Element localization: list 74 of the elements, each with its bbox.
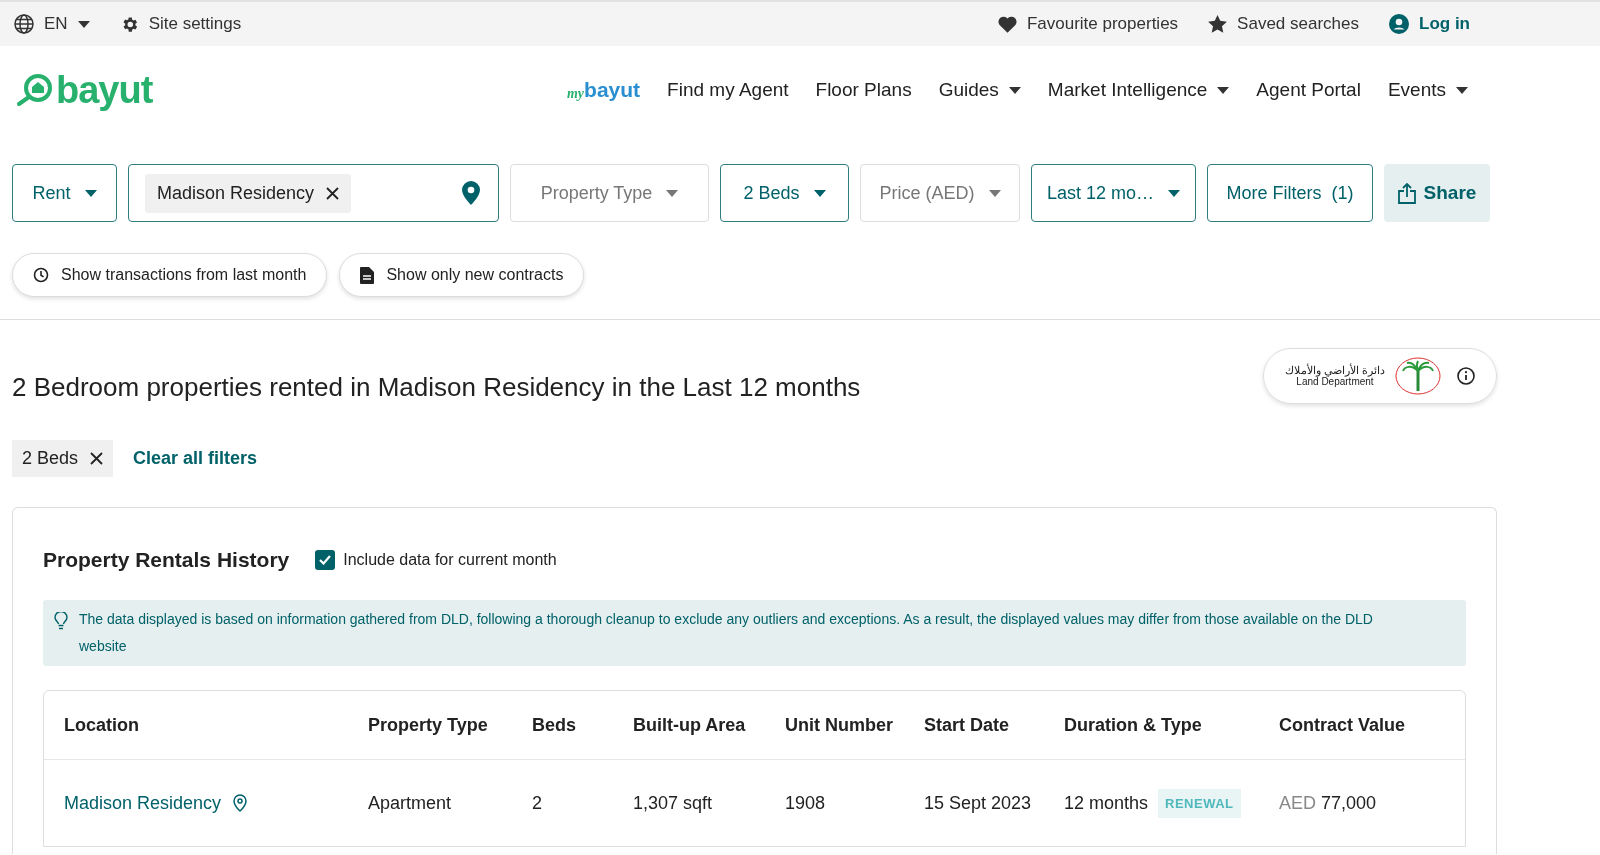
share-icon	[1397, 182, 1416, 204]
column-header: Beds	[532, 713, 577, 737]
table-cell-text: Apartment	[368, 791, 453, 815]
heart-icon	[997, 15, 1017, 33]
logo-text: Land Department	[1296, 376, 1374, 388]
column-header: Start Date	[924, 713, 1011, 737]
info-icon[interactable]	[1457, 367, 1476, 385]
nav-link[interactable]: Agent Portal	[1256, 79, 1361, 101]
filter-dropdown[interactable]: Price (AED)	[860, 164, 1020, 222]
clock-icon	[33, 267, 49, 283]
caret-icon	[77, 20, 90, 28]
checkbox[interactable]	[315, 550, 336, 570]
caret-icon	[1456, 86, 1468, 94]
card-title: Property Rentals History	[43, 548, 290, 572]
table-cell-text: 15 Sept 2023	[924, 791, 1033, 815]
table-cell-text: 1,307 sqft	[633, 791, 714, 815]
filter-dropdown[interactable]: Rent	[12, 164, 117, 222]
column-header: Contract Value	[1279, 713, 1407, 737]
nav-link[interactable]: Floor Plans	[815, 79, 912, 101]
mybayut-logo[interactable]: mybayut	[566, 78, 641, 102]
location-chip[interactable]: Madison Residency	[145, 173, 352, 213]
globe-icon	[14, 14, 34, 34]
filter-dropdown[interactable]: Property Type	[510, 164, 709, 222]
star-icon	[1208, 15, 1228, 33]
caret-icon	[666, 189, 679, 197]
top-link[interactable]: Log in	[1389, 14, 1470, 34]
table-cell-text: 1908	[785, 791, 827, 815]
top-link[interactable]: Saved searches	[1208, 14, 1359, 34]
language-selector[interactable]: EN	[14, 14, 90, 34]
close-icon[interactable]	[326, 186, 340, 200]
quick-filter-chip[interactable]: Show only new contracts	[339, 253, 585, 297]
column-header: Location	[64, 713, 140, 737]
nav-link[interactable]: Find my Agent	[667, 79, 789, 101]
nav-link[interactable]: Market Intelligence	[1047, 79, 1230, 101]
map-pin-icon	[462, 181, 480, 205]
check-icon	[319, 555, 332, 565]
caret-icon	[813, 189, 826, 197]
applied-filter-tag[interactable]: 2 Beds	[12, 440, 114, 477]
quick-filter-chip[interactable]: Show transactions from last month	[12, 253, 328, 297]
document-icon	[360, 266, 375, 284]
filter-dropdown[interactable]: 2 Beds	[720, 164, 849, 222]
location-link[interactable]: Madison Residency	[64, 792, 248, 814]
caret-icon	[84, 189, 97, 197]
arabic-logo-text: دائرة الأراضي والأملاك	[1284, 364, 1386, 376]
notice-text: The data displayed is based on information gathered from DLD, following a thorough cleanup to exclude any outliers and exceptions. As a result, the displayed values may differ from those available on the DLD website	[79, 610, 1374, 656]
lightbulb-icon	[54, 612, 68, 630]
contract-type-badge: RENEWAL	[1158, 788, 1241, 818]
column-header: Built-up Area	[633, 713, 747, 737]
top-link[interactable]: Favourite properties	[997, 14, 1179, 34]
nav-link[interactable]: Guides	[938, 79, 1021, 101]
table-cell-text: 2	[532, 791, 543, 815]
house-magnifier-icon	[16, 73, 54, 107]
nav-link[interactable]: Events	[1387, 79, 1468, 101]
contract-value-cell-text: AED 77,000	[1279, 791, 1378, 815]
location-field[interactable]: Madison Residency	[128, 164, 499, 222]
column-header: Duration & Type	[1064, 713, 1203, 737]
user-icon	[1389, 14, 1409, 34]
column-header: Property Type	[368, 713, 489, 737]
page-heading: 2 Bedroom properties rented in Madison Residency in the Last 12 months	[12, 371, 861, 403]
caret-icon	[1168, 189, 1181, 197]
duration-text: 12 months	[1064, 792, 1149, 814]
caret-icon	[1217, 86, 1230, 94]
close-icon[interactable]	[90, 452, 104, 465]
caret-icon	[988, 189, 1001, 197]
site-settings-link[interactable]: Site settings	[119, 14, 242, 34]
caret-icon	[1008, 86, 1021, 94]
filter-dropdown[interactable]: Last 12 mo…	[1031, 164, 1196, 222]
map-pin-icon	[233, 794, 248, 812]
palm-tree-emblem-icon	[1395, 357, 1442, 395]
share-button[interactable]: Share	[1384, 164, 1490, 222]
clear-filters-link[interactable]: Clear all filters	[133, 448, 258, 469]
more-filters-button[interactable]: More Filters (1)	[1207, 164, 1373, 222]
checkbox-label: Include data for current month	[343, 551, 557, 569]
column-header: Unit Number	[785, 713, 894, 737]
